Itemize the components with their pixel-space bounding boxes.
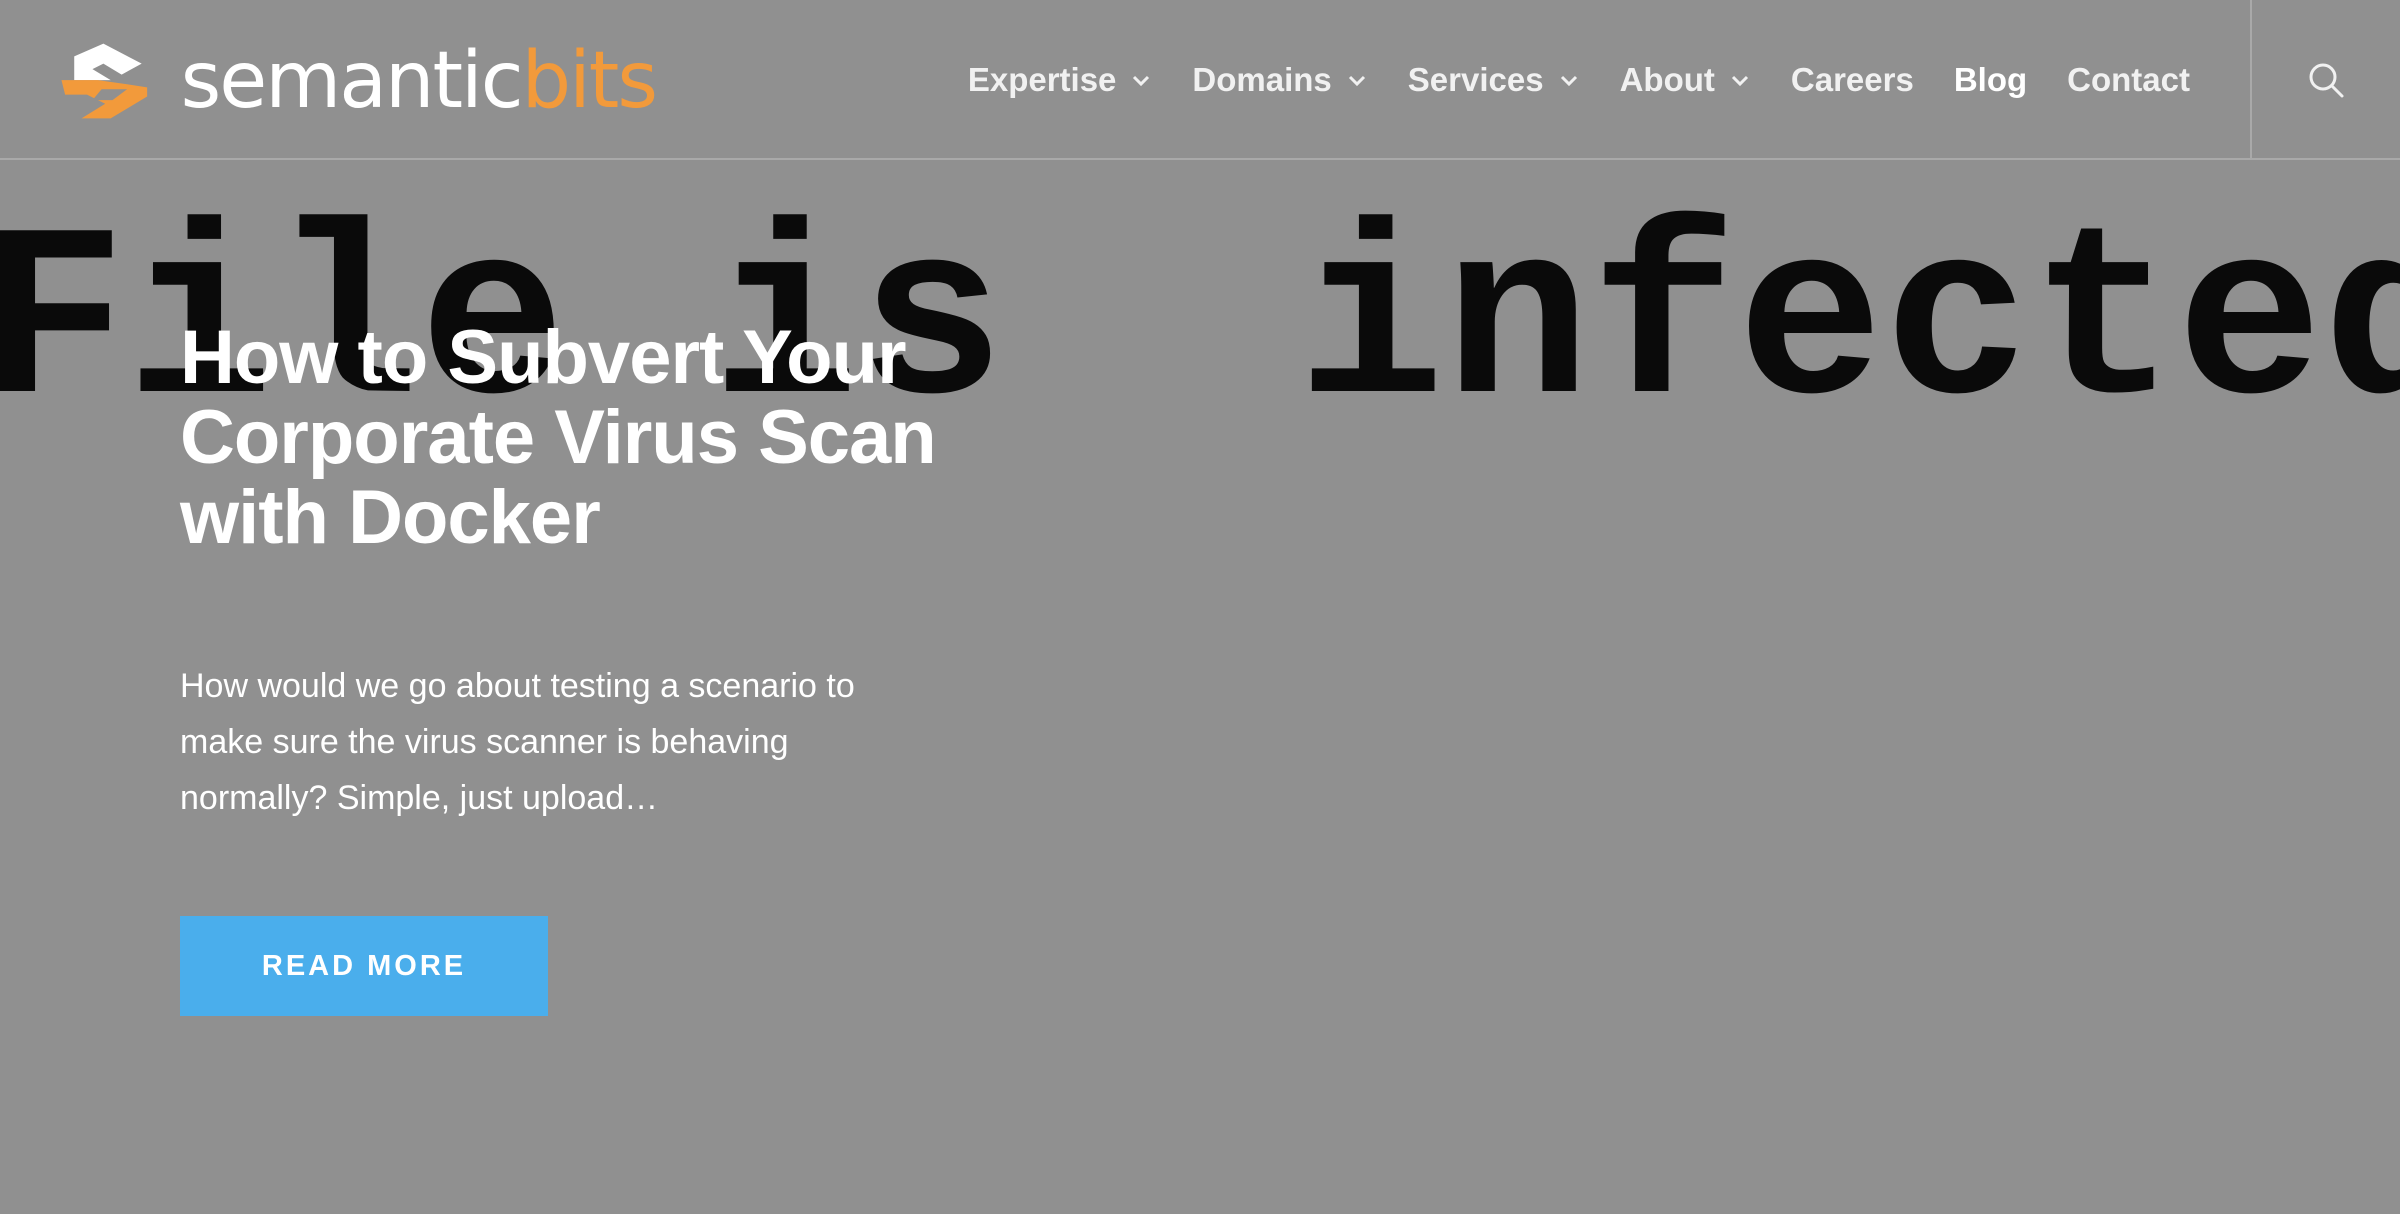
nav-item-blog[interactable]: Blog: [1954, 61, 2027, 99]
read-more-button[interactable]: READ MORE: [180, 916, 548, 1016]
nav-item-services[interactable]: Services: [1408, 61, 1580, 99]
search-button[interactable]: [2250, 0, 2400, 160]
hero-content: How to Subvert Your Corporate Virus Scan…: [180, 318, 1080, 826]
post-excerpt: How would we go about testing a scenario…: [180, 667, 855, 817]
nav-item-about[interactable]: About: [1620, 61, 1751, 99]
post-title[interactable]: How to Subvert Your Corporate Virus Scan…: [180, 318, 1080, 558]
chevron-down-icon: [1560, 75, 1577, 87]
chevron-down-icon: [1731, 75, 1748, 87]
chevron-down-icon: [1348, 75, 1365, 87]
nav-item-expertise[interactable]: Expertise: [968, 61, 1153, 99]
nav-item-domains[interactable]: Domains: [1192, 61, 1367, 99]
nav-item-contact[interactable]: Contact: [2067, 61, 2190, 99]
logo-mark-icon: [61, 43, 148, 119]
logo-wordmark: semanticbits: [180, 36, 658, 126]
nav-item-careers[interactable]: Careers: [1791, 61, 1914, 99]
page: File is infected semanticbits Expertise …: [0, 0, 2400, 1214]
chevron-down-icon: [1133, 75, 1150, 87]
search-icon: [2309, 63, 2344, 98]
main-nav: Expertise Domains Services About Careers…: [928, 0, 2190, 160]
site-header: semanticbits Expertise Domains Services …: [0, 0, 2400, 160]
site-logo[interactable]: semanticbits: [56, 36, 658, 126]
